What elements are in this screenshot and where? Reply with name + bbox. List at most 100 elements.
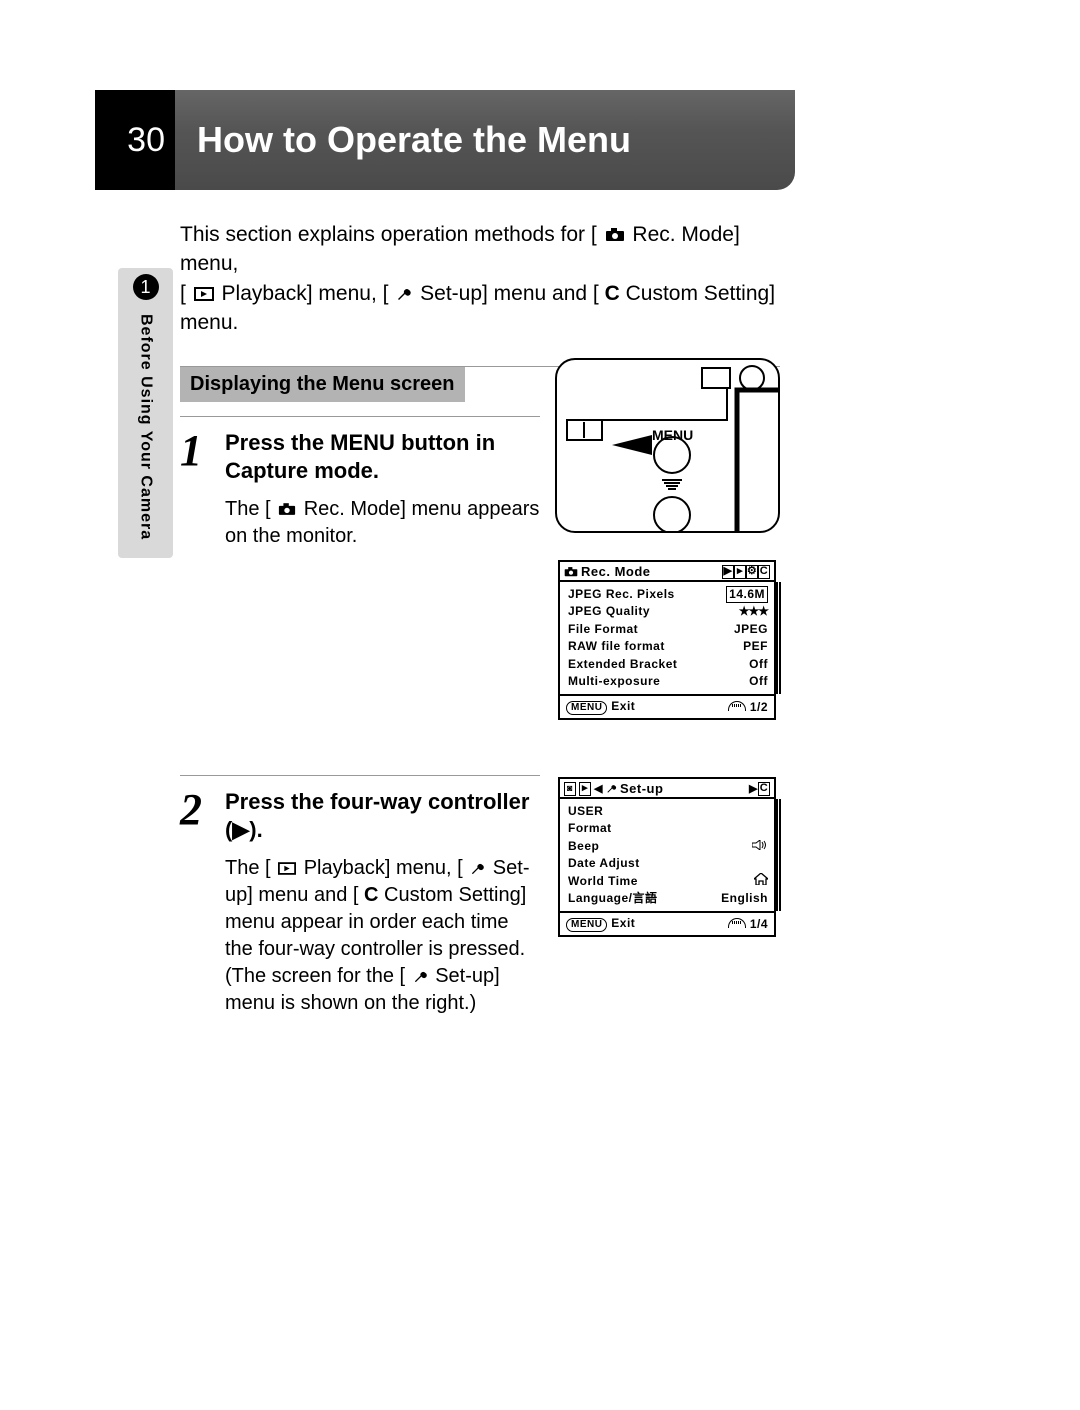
subheading-text: Displaying the Menu screen: [190, 373, 455, 395]
step-2: 2 Press the four-way controller (▶). The…: [180, 775, 540, 1017]
rec-row-1: JPEG Quality ★★★: [568, 603, 768, 620]
camera-icon: [605, 228, 625, 242]
intro-text-2b: Playback] menu, [: [222, 282, 389, 305]
step-2-desc: The [ Playback] menu, [ Set-up] menu and…: [225, 855, 540, 1017]
rec-row-2-label: File Format: [568, 621, 638, 638]
step-1-desc-b: Rec. Mode] menu appears on the monitor.: [225, 498, 539, 547]
rec-screen-footer: MENU Exit 1/2: [560, 694, 774, 718]
rec-row-5-label: Multi-exposure: [568, 673, 660, 690]
rec-row-4: Extended BracketOff: [568, 656, 768, 673]
camera-svg: MENU: [557, 360, 780, 533]
rec-screen-body: JPEG Rec. Pixels 14.6M JPEG Quality ★★★ Fi…: [560, 582, 774, 694]
step-1: 1 Press the MENU button in Capture mode.…: [180, 416, 540, 550]
rec-screen-header: Rec. Mode ▶ ▸ ⚙ C: [560, 562, 774, 582]
setup-row-2-value: [752, 838, 768, 855]
menu-button-oval: MENU: [566, 701, 607, 715]
setup-row-4: World Time: [568, 873, 768, 890]
step-1-number: 1: [180, 429, 225, 550]
home-icon: [754, 873, 768, 885]
camera-icon: [278, 503, 296, 516]
rec-row-1-label: JPEG Quality: [568, 603, 650, 620]
svg-text:MENU: MENU: [652, 427, 693, 443]
intro-text-2a: [: [180, 282, 186, 305]
setup-row-3: Date Adjust: [568, 855, 768, 872]
playback-icon: [194, 287, 214, 301]
setup-footer-right: 1/4: [728, 917, 768, 931]
tab-play-icon: ▶: [722, 565, 734, 579]
step-1-desc-a: The [: [225, 498, 271, 520]
step-2-number: 2: [180, 788, 225, 1017]
rec-footer-left: MENU Exit: [566, 699, 635, 715]
setup-screen-header: ◙ ▸ ◀ Set-up ▶ C: [560, 779, 774, 799]
chapter-label: Before Using Your Camera: [137, 310, 155, 558]
step-1-desc: The [ Rec. Mode] menu appears on the mon…: [225, 496, 540, 550]
speaker-icon: [752, 840, 768, 850]
setup-screen-body: USER Format Beep Date Adjust World Time …: [560, 799, 774, 911]
step-1-title-a: Press the: [225, 430, 330, 455]
setup-screen: ◙ ▸ ◀ Set-up ▶ C USER Format Beep Date A…: [558, 777, 776, 937]
rec-row-3-value: PEF: [743, 638, 768, 655]
rec-row-4-label: Extended Bracket: [568, 656, 677, 673]
custom-c: C: [605, 282, 620, 305]
rec-mode-screen: Rec. Mode ▶ ▸ ⚙ C JPEG Rec. Pixels 14.6M …: [558, 560, 776, 720]
camera-icon: [564, 567, 578, 577]
tab-custom-c: C: [758, 782, 770, 796]
rec-row-0-label: JPEG Rec. Pixels: [568, 586, 675, 603]
step-2-desc-a: The [: [225, 857, 271, 879]
setup-footer-exit: Exit: [611, 916, 635, 930]
setup-row-4-label: World Time: [568, 873, 638, 890]
dial-icon: [728, 701, 746, 711]
setup-header-title: Set-up: [620, 781, 663, 796]
setup-row-0: USER: [568, 803, 768, 820]
playback-icon: [278, 862, 296, 875]
chapter-side-tab: 1 Before Using Your Camera: [118, 268, 173, 558]
tab-playback-icon: ▸: [579, 782, 591, 796]
tab-custom-icon: C: [758, 565, 770, 579]
rec-row-0-value: 14.6M: [726, 586, 768, 603]
setup-row-3-label: Date Adjust: [568, 855, 640, 872]
rec-row-5-value: Off: [749, 673, 768, 690]
intro-text-2c: Set-up] menu and [: [420, 282, 599, 305]
left-arrow-icon: ◀: [594, 782, 603, 795]
chapter-number-circle: 1: [133, 274, 159, 300]
menu-button-oval: MENU: [566, 918, 607, 932]
dial-icon: [728, 918, 746, 928]
title-text: How to Operate the Menu: [197, 119, 631, 161]
camera-illustration: MENU: [555, 358, 780, 533]
setup-row-5-label: Language/言語: [568, 890, 658, 907]
setup-row-2-label: Beep: [568, 838, 599, 855]
wrench-icon: [606, 783, 617, 794]
subheading: Displaying the Menu screen: [180, 367, 465, 402]
custom-c-2: C: [364, 884, 378, 906]
rec-footer-right: 1/2: [728, 700, 768, 714]
rec-header-title: Rec. Mode: [581, 564, 651, 579]
step-1-menu: MENU: [330, 430, 395, 455]
rec-footer-page: 1/2: [750, 700, 768, 714]
tab-setup-icon: ⚙: [746, 565, 758, 579]
rec-footer-exit: Exit: [611, 699, 635, 713]
chapter-number: 1: [140, 277, 150, 298]
rec-row-1-value: ★★★: [739, 603, 768, 620]
step-1-body: Press the MENU button in Capture mode. T…: [225, 429, 540, 550]
setup-screen-footer: MENU Exit 1/4: [560, 911, 774, 935]
step-2-desc-b: Playback] menu, [: [304, 857, 463, 879]
rec-row-3: RAW file formatPEF: [568, 638, 768, 655]
tab-playback-icon: ▸: [734, 565, 746, 579]
intro-paragraph: This section explains operation methods …: [180, 220, 780, 338]
step-1-title: Press the MENU button in Capture mode.: [225, 429, 540, 486]
page-number: 30: [127, 121, 165, 160]
page-title: How to Operate the Menu: [175, 90, 795, 190]
right-arrow-icon: ▶: [749, 782, 758, 795]
setup-row-5-value: English: [721, 890, 768, 907]
setup-row-0-label: USER: [568, 803, 603, 820]
rec-row-2: File FormatJPEG: [568, 621, 768, 638]
step-2-body: Press the four-way controller (▶). The […: [225, 788, 540, 1017]
scrollbar: [776, 799, 781, 911]
scrollbar: [776, 582, 781, 694]
setup-row-4-value: [754, 873, 768, 890]
rec-row-5: Multi-exposure Off: [568, 673, 768, 690]
setup-row-5: Language/言語 English: [568, 890, 768, 907]
intro-text-1a: This section explains operation methods …: [180, 223, 597, 246]
wrench-icon: [470, 861, 485, 876]
wrench-icon: [396, 286, 412, 302]
